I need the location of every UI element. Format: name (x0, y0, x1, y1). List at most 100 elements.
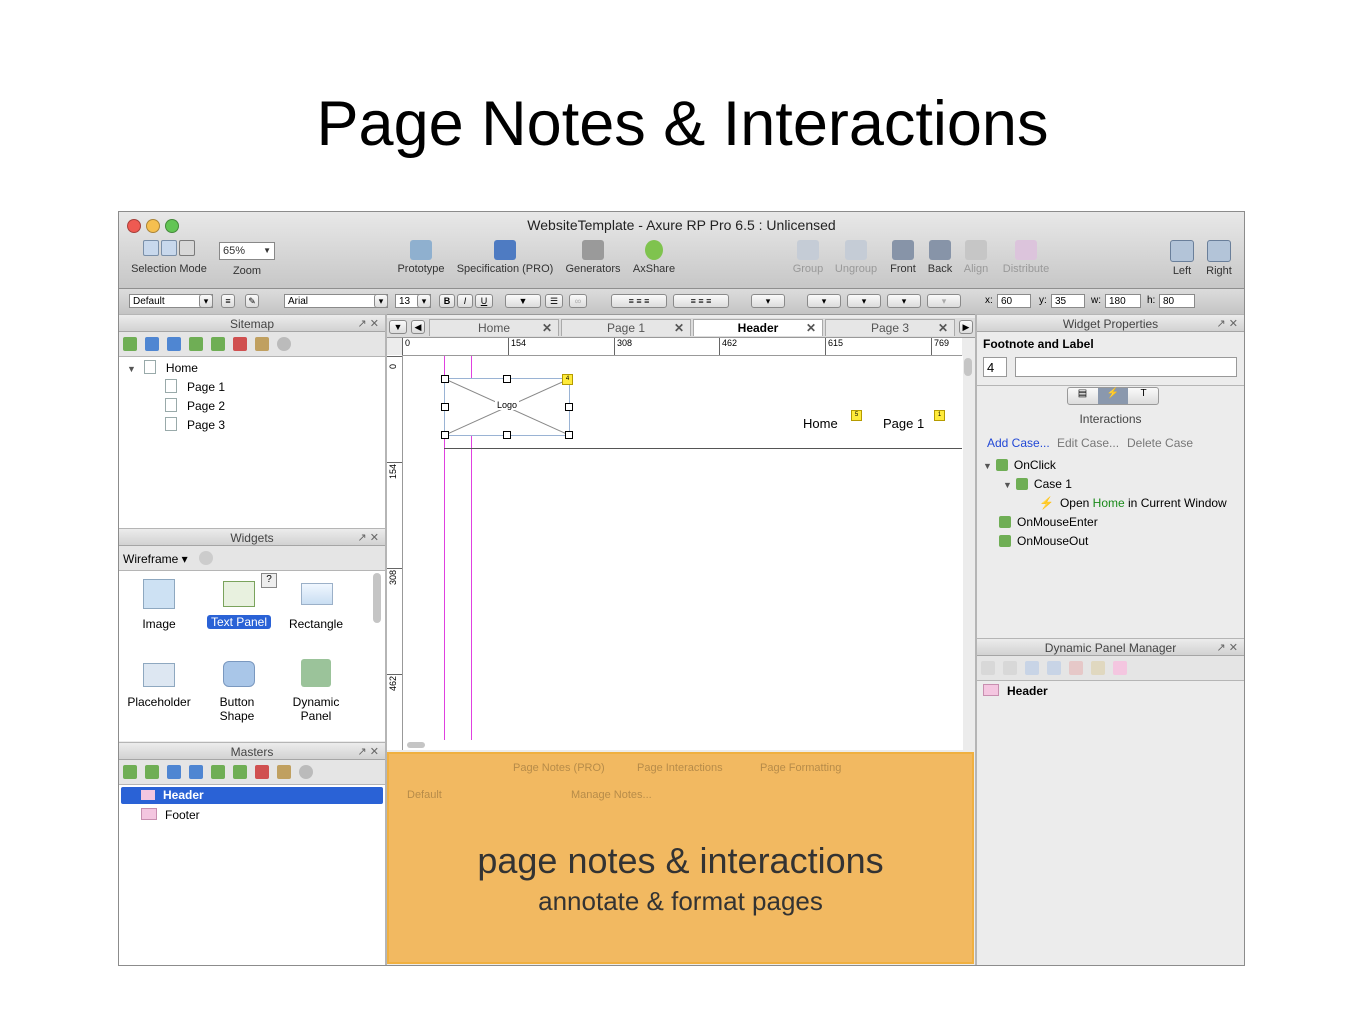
close-icon[interactable]: ↗ ✕ (358, 315, 380, 333)
disclosure-triangle-icon[interactable]: ▼ (983, 461, 992, 471)
group-button[interactable]: Group (789, 240, 827, 275)
line-weight-icon[interactable]: ▾ (847, 294, 881, 308)
logo-placeholder[interactable]: Logo (444, 378, 570, 436)
arrow-style-icon[interactable]: ▾ (927, 294, 961, 308)
sitemap-item-home[interactable]: ▼ Home (127, 360, 198, 375)
delete-page-icon[interactable] (233, 337, 247, 351)
close-icon[interactable]: ✕ (938, 320, 948, 337)
add-state-icon[interactable] (981, 661, 995, 675)
scroll-right-icon[interactable]: ▶ (959, 320, 973, 334)
sitemap-item-page-2[interactable]: Page 2 (165, 398, 225, 413)
chevron-down-icon[interactable]: ▾ (374, 294, 388, 308)
select-contained-icon[interactable] (161, 240, 177, 256)
footnote-field[interactable]: 4 (983, 357, 1007, 377)
label-field[interactable] (1015, 357, 1237, 377)
zoom-control[interactable]: 65% ▼ Zoom (219, 240, 275, 277)
close-icon[interactable]: ↗ ✕ (1217, 639, 1239, 657)
outdent-icon[interactable] (233, 765, 247, 779)
link-icon[interactable]: ∞ (569, 294, 587, 308)
specification-button[interactable]: Specification (PRO) (455, 240, 555, 275)
right-panel-button[interactable]: Right (1203, 240, 1235, 277)
delete-case-link[interactable]: Delete Case (1127, 436, 1193, 450)
h-field[interactable]: 80 (1159, 294, 1195, 308)
event-onmouseenter[interactable]: OnMouseEnter (999, 515, 1098, 529)
event-onmouseout[interactable]: OnMouseOut (999, 534, 1088, 548)
line-color-icon[interactable]: ▾ (807, 294, 841, 308)
rename-icon[interactable] (1091, 661, 1105, 675)
manage-notes-link[interactable]: Manage Notes... (571, 789, 652, 801)
close-icon[interactable]: ✕ (806, 320, 816, 337)
tab-list-icon[interactable]: ▼ (389, 320, 407, 334)
splitter[interactable] (975, 314, 977, 965)
search-icon[interactable] (277, 337, 291, 351)
text-align-group[interactable]: ≡ ≡ ≡ (611, 294, 667, 308)
text-color-icon[interactable]: ▼ (505, 294, 541, 308)
resize-handle[interactable] (441, 375, 449, 383)
scroll-left-icon[interactable]: ◀ (411, 320, 425, 334)
fill-color-icon[interactable]: ▾ (751, 294, 785, 308)
close-icon[interactable]: ↗ ✕ (358, 529, 380, 547)
prototype-button[interactable]: Prototype (395, 240, 447, 275)
nav-page1-link[interactable]: Page 1 (883, 416, 924, 431)
resize-handle[interactable] (503, 431, 511, 439)
resize-handle[interactable] (441, 403, 449, 411)
close-icon[interactable]: ↗ ✕ (1217, 315, 1239, 333)
bold-button[interactable]: B (439, 294, 455, 308)
selection-mode-button[interactable]: Selection Mode (129, 240, 209, 275)
x-field[interactable]: 60 (997, 294, 1031, 308)
vertical-align-group[interactable]: ≡ ≡ ≡ (673, 294, 729, 308)
y-field[interactable]: 35 (1051, 294, 1085, 308)
nav-home-link[interactable]: Home (803, 416, 838, 431)
library-select[interactable]: Wireframe ▾ (123, 552, 188, 566)
help-icon[interactable]: ? (261, 573, 277, 588)
dynamic-panel-widget-icon[interactable] (301, 659, 331, 687)
formatting-tab-icon[interactable]: T (1129, 388, 1158, 404)
sitemap-item-page-3[interactable]: Page 3 (165, 417, 225, 432)
resize-handle[interactable] (503, 375, 511, 383)
tab-page-3[interactable]: Page 3 ✕ (825, 319, 955, 336)
move-down-icon[interactable] (1047, 661, 1061, 675)
edit-case-link[interactable]: Edit Case... (1057, 436, 1119, 450)
event-onclick[interactable]: ▼ OnClick (983, 458, 1056, 472)
button-shape-widget-icon[interactable] (223, 661, 255, 687)
resize-handle[interactable] (565, 431, 573, 439)
tab-page-notes[interactable]: Page Notes (PRO) (513, 762, 605, 774)
master-item-footer[interactable]: Footer (121, 807, 200, 824)
splitter[interactable] (385, 314, 387, 965)
connector-icon[interactable] (179, 240, 195, 256)
ungroup-button[interactable]: Ungroup (831, 240, 881, 275)
bullet-list-icon[interactable]: ☰ (545, 294, 563, 308)
add-case-link[interactable]: Add Case... (987, 436, 1050, 450)
close-icon[interactable]: ✕ (674, 320, 684, 337)
front-button[interactable]: Front (885, 240, 921, 275)
annotations-tab-icon[interactable]: ▤ (1068, 388, 1097, 404)
back-button[interactable]: Back (923, 240, 957, 275)
delete-state-icon[interactable] (1069, 661, 1083, 675)
chevron-down-icon[interactable]: ▾ (199, 294, 213, 308)
axshare-button[interactable]: AxShare (629, 240, 679, 275)
close-icon[interactable]: ↗ ✕ (358, 743, 380, 761)
format-painter-icon[interactable]: ✎ (245, 294, 259, 308)
placeholder-widget-icon[interactable] (143, 663, 175, 687)
rename-icon[interactable] (277, 765, 291, 779)
scrollbar-thumb[interactable] (964, 358, 972, 376)
disclosure-triangle-icon[interactable]: ▼ (1003, 480, 1012, 490)
chevron-down-icon[interactable]: ▾ (417, 294, 431, 308)
style-editor-icon[interactable]: ≡ (221, 294, 235, 308)
outdent-icon[interactable] (211, 337, 225, 351)
underline-button[interactable]: U (475, 294, 493, 308)
scrollbar-thumb[interactable] (373, 573, 381, 623)
generators-button[interactable]: Generators (563, 240, 623, 275)
select-intersected-icon[interactable] (143, 240, 159, 256)
tab-page-1[interactable]: Page 1 ✕ (561, 319, 691, 336)
left-panel-button[interactable]: Left (1167, 240, 1197, 277)
move-down-icon[interactable] (167, 337, 181, 351)
disclosure-triangle-icon[interactable]: ▼ (127, 364, 136, 374)
font-select[interactable]: Arial (284, 294, 388, 308)
design-canvas[interactable]: Logo 4 Home 5 Page 1 1 (403, 356, 972, 750)
search-icon[interactable] (199, 551, 213, 565)
indent-icon[interactable] (211, 765, 225, 779)
text-panel-widget-icon[interactable] (223, 581, 255, 607)
dynamic-panel-item-header[interactable]: Header (983, 684, 1048, 698)
add-master-icon[interactable] (123, 765, 137, 779)
